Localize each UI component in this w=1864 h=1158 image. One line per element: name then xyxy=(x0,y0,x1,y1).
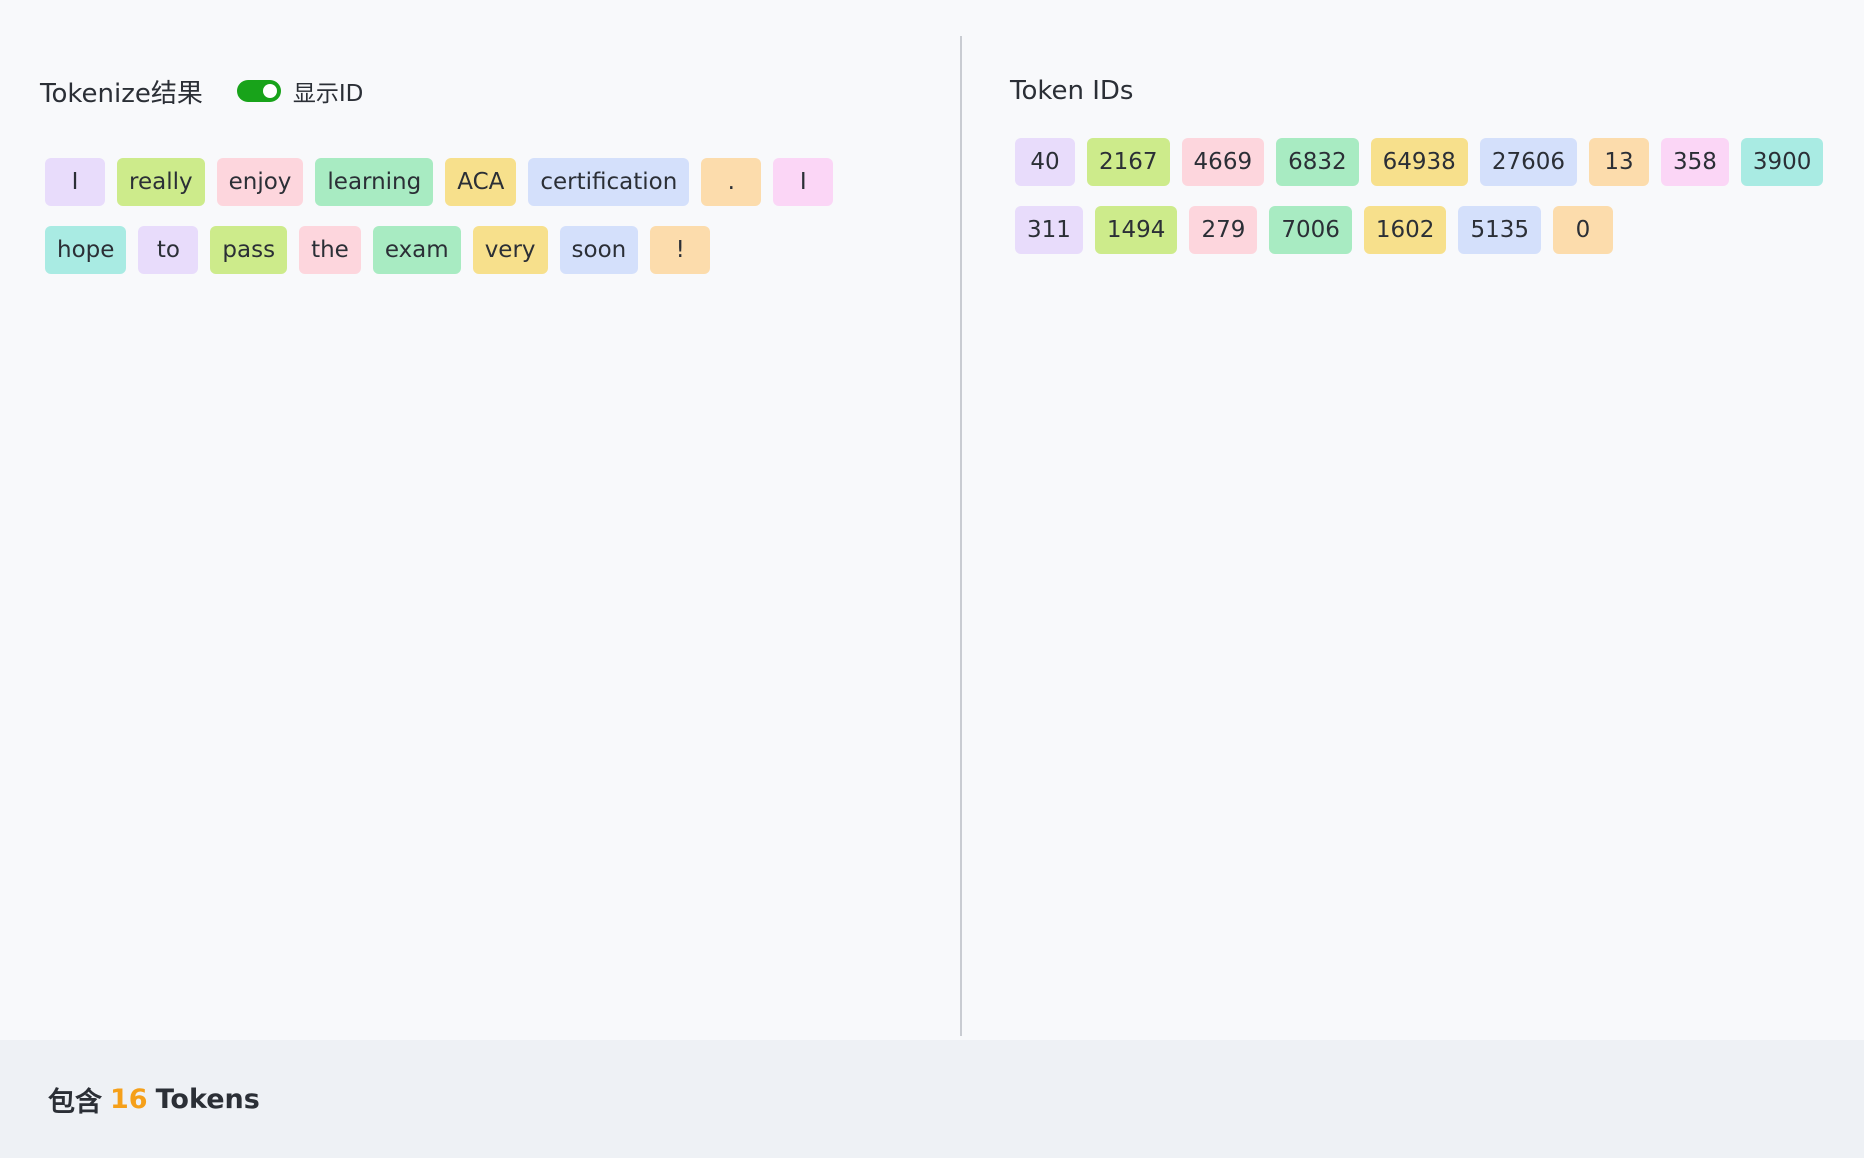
token-id-chip: 311 xyxy=(1015,206,1083,254)
token-chip: enjoy xyxy=(216,158,304,206)
token-chip: hope xyxy=(45,226,127,274)
main-area: Tokenize结果 显示ID Ireally enjoy learning ACA c… xyxy=(0,0,1864,1040)
token-id-chip: 6832 xyxy=(1276,138,1359,186)
tokenize-result-header: Tokenize结果 显示ID xyxy=(40,72,960,110)
token-ids-header: Token IDs xyxy=(1010,72,1864,110)
tokenize-result-title: Tokenize结果 xyxy=(40,78,203,109)
token-chip: really xyxy=(117,158,205,206)
token-ids-panel: Token IDs 40 2167 4669 6832 64938 27606 13 358 3… xyxy=(962,0,1864,1040)
tokenizer-app: Tokenize结果 显示ID Ireally enjoy learning ACA c… xyxy=(0,0,1864,1158)
token-id-chip: 1602 xyxy=(1363,206,1447,254)
token-chip: . xyxy=(701,158,762,206)
token-chip: exam xyxy=(372,226,461,274)
token-chip: to xyxy=(138,226,199,274)
token-id-list: 40 2167 4669 6832 64938 27606 13 358 3900 311 1494… xyxy=(1015,138,1835,254)
token-chip: the xyxy=(299,226,361,274)
token-id-chip: 0 xyxy=(1553,206,1613,254)
token-id-chip: 3900 xyxy=(1740,138,1824,186)
token-chip: pass xyxy=(210,226,288,274)
token-id-chip: 358 xyxy=(1660,138,1729,186)
token-count: 16 xyxy=(110,1083,148,1115)
token-chip: ACA xyxy=(445,158,517,206)
token-id-chip: 2167 xyxy=(1087,138,1170,186)
footer-prefix: 包含 xyxy=(48,1086,102,1118)
token-id-chip: 5135 xyxy=(1458,206,1541,254)
token-id-chip: 64938 xyxy=(1370,138,1468,186)
token-chip: I xyxy=(773,158,834,206)
token-id-chip: 13 xyxy=(1588,138,1649,186)
show-id-label: 显示ID xyxy=(292,81,364,107)
token-chip: ! xyxy=(650,226,711,274)
token-count-footer: 包含 16 Tokens xyxy=(0,1040,1864,1158)
token-chip: soon xyxy=(559,226,639,274)
token-id-chip: 279 xyxy=(1189,206,1258,254)
token-id-chip: 4669 xyxy=(1181,138,1265,186)
token-id-chip: 7006 xyxy=(1269,206,1352,254)
token-ids-title: Token IDs xyxy=(1010,76,1134,106)
token-id-chip: 40 xyxy=(1015,138,1075,186)
token-id-chip: 27606 xyxy=(1479,138,1577,186)
show-id-toggle[interactable] xyxy=(236,80,281,102)
footer-suffix: Tokens xyxy=(155,1083,260,1115)
tokenize-result-panel: Tokenize结果 显示ID Ireally enjoy learning ACA c… xyxy=(0,0,960,1040)
token-chip: learning xyxy=(315,158,434,206)
toggle-knob xyxy=(262,84,277,98)
token-list: Ireally enjoy learning ACA certification. Iho… xyxy=(45,158,925,274)
token-chip: I xyxy=(45,158,105,206)
token-chip: very xyxy=(472,226,548,274)
token-id-chip: 1494 xyxy=(1094,206,1178,254)
token-chip: certification xyxy=(528,158,690,206)
